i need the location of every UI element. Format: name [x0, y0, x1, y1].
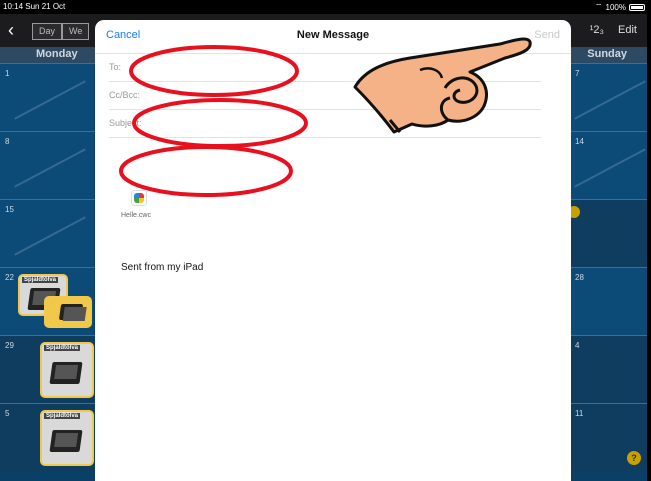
view-week-button[interactable]: We	[62, 23, 90, 40]
cc-bcc-label: Cc/Bcc:	[109, 90, 141, 100]
day-number: 8	[5, 137, 10, 146]
view-day-button[interactable]: Day	[32, 23, 63, 40]
to-field[interactable]: To:	[109, 54, 541, 82]
weekday-monday: Monday	[36, 48, 78, 60]
day-number: 15	[5, 205, 14, 214]
event-thumbnail[interactable]: Spjaldtölva	[40, 410, 94, 466]
calendar-toolbar-right: ¹2₃ Edit	[590, 24, 637, 36]
calendar-cell[interactable]: 28	[569, 268, 647, 335]
day-number: 14	[575, 137, 584, 146]
calendar-cell[interactable]: 22 Spjaldtölva	[0, 268, 94, 335]
tablet-image	[58, 304, 84, 320]
help-icon[interactable]: ?	[627, 451, 641, 465]
status-time: 10:14 Sun 21 Oct	[3, 2, 66, 11]
event-label: Spjaldtölva	[44, 345, 81, 351]
calendar-cell[interactable]	[568, 200, 647, 267]
day-number: 4	[575, 341, 580, 350]
numbering-button[interactable]: ¹2₃	[590, 24, 604, 36]
send-button[interactable]: Send	[534, 29, 560, 41]
event-thumbnail[interactable]: Spjaldtölva	[40, 342, 94, 398]
to-input[interactable]	[149, 59, 541, 77]
day-number: 28	[575, 273, 584, 282]
calendar-cell[interactable]: 8	[0, 132, 94, 199]
calendar-cell[interactable]: 7	[569, 64, 647, 131]
event-label: Spjaldtölva	[22, 277, 59, 283]
battery-percent: 100%	[605, 2, 626, 12]
status-right: ⌔ 100%	[595, 2, 645, 12]
status-bar: 10:14 Sun 21 Oct ⌔ 100%	[0, 0, 651, 14]
calendar-cell[interactable]: 15	[0, 200, 94, 267]
day-number: 22	[5, 273, 14, 282]
cc-bcc-field[interactable]: Cc/Bcc:	[109, 82, 541, 110]
tablet-image	[49, 430, 83, 452]
day-number: 29	[5, 341, 14, 350]
edit-button[interactable]: Edit	[618, 24, 637, 36]
compose-title: New Message	[296, 29, 370, 41]
wifi-icon: ⌔	[595, 2, 603, 11]
calendar-cell[interactable]: 4	[569, 336, 647, 403]
calendar-cell[interactable]: 29 Spjaldtölva	[0, 336, 94, 403]
empty-day-stripe	[14, 80, 86, 120]
message-body[interactable]: Sent from my iPad	[121, 262, 203, 273]
calendar-cell[interactable]: 1	[0, 64, 94, 131]
compose-sheet: Cancel New Message Send To: Cc/Bcc: Subj…	[95, 20, 571, 481]
calendar-cell[interactable]: 11 ?	[569, 404, 647, 471]
empty-day-stripe	[14, 216, 86, 256]
attachment-filename: Helle.cwc	[121, 212, 151, 219]
empty-day-stripe	[574, 148, 646, 188]
day-number: 11	[575, 409, 584, 418]
cc-bcc-input[interactable]	[149, 87, 541, 105]
subject-label: Subject:	[109, 118, 142, 128]
day-number: 1	[5, 69, 10, 78]
subject-input[interactable]	[149, 115, 541, 133]
event-label: Spjaldtölva	[44, 413, 81, 419]
attachment[interactable]: Helle.cwc	[121, 190, 161, 219]
to-label: To:	[109, 62, 122, 72]
ipad-screen: 10:14 Sun 21 Oct ⌔ 100% ‹ Day We ¹2₃ Edi…	[0, 0, 651, 481]
tablet-image	[49, 362, 83, 384]
day-number: 7	[575, 69, 580, 78]
empty-day-stripe	[14, 148, 86, 188]
compose-header: Cancel New Message Send	[95, 20, 571, 54]
day-number: 5	[5, 409, 10, 418]
weekday-sunday: Sunday	[587, 48, 627, 60]
calendar-cell[interactable]: 14	[569, 132, 647, 199]
battery-icon	[629, 3, 645, 11]
back-chevron-icon[interactable]: ‹	[8, 20, 14, 41]
view-segmented-control: Day We	[32, 23, 90, 40]
subject-field[interactable]: Subject:	[109, 110, 541, 138]
calendar-cell[interactable]: 5 Spjaldtölva	[0, 404, 94, 471]
event-thumbnail[interactable]	[44, 296, 92, 328]
empty-day-stripe	[574, 80, 646, 120]
app-icon	[131, 190, 147, 206]
